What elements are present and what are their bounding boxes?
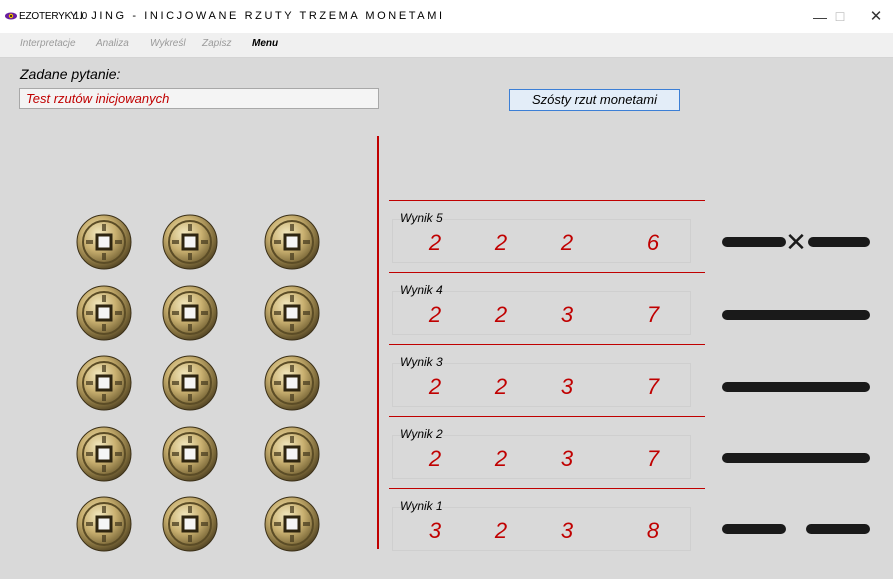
sum-value: 7 [646, 302, 660, 327]
chinese-coin-icon [76, 285, 132, 341]
row-separator [389, 488, 705, 489]
chinese-coin-icon [76, 496, 132, 552]
chinese-coin-icon [264, 496, 320, 552]
coin-value: 2 [428, 374, 442, 399]
sum-value: 7 [646, 446, 660, 471]
coin-value: 2 [494, 518, 508, 543]
sum-value: 8 [646, 518, 660, 543]
question-input[interactable]: Test rzutów inicjowanych [19, 88, 379, 109]
menu-menu[interactable]: Menu [252, 38, 278, 49]
chinese-coin-icon [264, 355, 320, 411]
eye-icon [5, 12, 17, 20]
yang-line [722, 310, 870, 320]
menu-interpretacje[interactable]: Interpretacje [20, 38, 76, 49]
coin-value: 2 [494, 374, 508, 399]
coin-value: 2 [428, 446, 442, 471]
chinese-coin-icon [162, 426, 218, 482]
row-separator [389, 272, 705, 273]
coin-value: 2 [494, 446, 508, 471]
title-bar: EZOTERYK 1.0 YI JING - INICJOWANE RZUTY … [0, 0, 893, 33]
coin-value: 3 [560, 446, 574, 471]
menu-analiza[interactable]: Analiza [96, 38, 129, 49]
changing-line-mark: ✕ [785, 227, 807, 257]
yang-line [722, 453, 870, 463]
result-label: Wynik 3 [400, 355, 443, 369]
result-label: Wynik 2 [400, 427, 443, 441]
row-separator [389, 344, 705, 345]
chinese-coin-icon [162, 355, 218, 411]
window-title: YI JING - INICJOWANE RZUTY TRZEMA MONETA… [70, 10, 445, 22]
question-label: Zadane pytanie: [20, 66, 121, 82]
coin-value: 3 [560, 374, 574, 399]
yin-line-left [722, 524, 786, 534]
yang-line [722, 382, 870, 392]
divider-line [377, 136, 379, 549]
chinese-coin-icon [264, 426, 320, 482]
row-separator [389, 200, 705, 201]
coin-value: 2 [428, 230, 442, 255]
coin-value: 3 [560, 302, 574, 327]
close-button[interactable]: ✕ [856, 6, 893, 28]
yin-line-left [722, 237, 786, 247]
throw-coins-button[interactable]: Szósty rzut monetami [509, 89, 680, 111]
chinese-coin-icon [264, 285, 320, 341]
menu-bar: Interpretacje Analiza Wykreśl Zapisz Men… [0, 33, 893, 58]
coin-value: 3 [560, 518, 574, 543]
chinese-coin-icon [264, 214, 320, 270]
result-label: Wynik 1 [400, 499, 443, 513]
menu-zapisz[interactable]: Zapisz [202, 38, 231, 49]
menu-wykresl[interactable]: Wykreśl [150, 38, 186, 49]
chinese-coin-icon [76, 214, 132, 270]
result-label: Wynik 4 [400, 283, 443, 297]
sum-value: 7 [646, 374, 660, 399]
sum-value: 6 [646, 230, 660, 255]
coin-value: 2 [560, 230, 574, 255]
coin-value: 2 [428, 302, 442, 327]
chinese-coin-icon [76, 426, 132, 482]
yin-line-right [806, 524, 870, 534]
chinese-coin-icon [76, 355, 132, 411]
row-separator [389, 416, 705, 417]
maximize-button[interactable]: ☐ [820, 6, 860, 28]
yin-line-right [808, 237, 870, 247]
chinese-coin-icon [162, 214, 218, 270]
coin-value: 2 [494, 302, 508, 327]
chinese-coin-icon [162, 496, 218, 552]
coin-value: 3 [428, 518, 442, 543]
chinese-coin-icon [162, 285, 218, 341]
coin-value: 2 [494, 230, 508, 255]
result-label: Wynik 5 [400, 211, 443, 225]
